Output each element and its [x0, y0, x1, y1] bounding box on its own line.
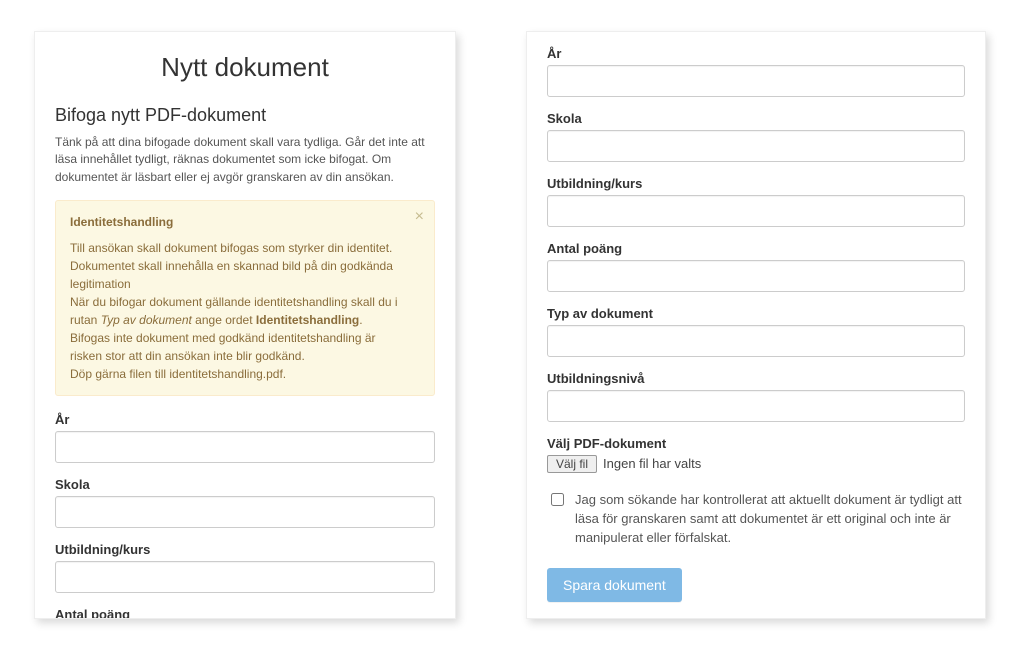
label-pick-pdf: Välj PDF-dokument — [547, 436, 965, 451]
close-icon[interactable]: × — [415, 209, 424, 225]
label-points: Antal poäng — [55, 607, 435, 619]
input-school[interactable] — [55, 496, 435, 528]
label-level-r: Utbildningsnivå — [547, 371, 965, 386]
input-course[interactable] — [55, 561, 435, 593]
input-course-r[interactable] — [547, 195, 965, 227]
input-points-r[interactable] — [547, 260, 965, 292]
confirm-text: Jag som sökande har kontrollerat att akt… — [575, 491, 965, 548]
label-doctype-r: Typ av dokument — [547, 306, 965, 321]
label-year: År — [55, 412, 435, 427]
label-school: Skola — [55, 477, 435, 492]
label-year-r: År — [547, 46, 965, 61]
label-points-r: Antal poäng — [547, 241, 965, 256]
section-heading: Bifoga nytt PDF-dokument — [55, 105, 435, 126]
alert-p2b: ange ordet — [192, 313, 256, 327]
input-year-r[interactable] — [547, 65, 965, 97]
alert-paragraph-1: Till ansökan skall dokument bifogas som … — [70, 239, 404, 293]
identity-alert: × Identitetshandling Till ansökan skall … — [55, 200, 435, 396]
alert-paragraph-3: Döp gärna filen till identitetshandling.… — [70, 365, 404, 383]
input-year[interactable] — [55, 431, 435, 463]
label-course-r: Utbildning/kurs — [547, 176, 965, 191]
file-choose-button[interactable]: Välj fil — [547, 455, 597, 473]
modal-panel-left: Nytt dokument Bifoga nytt PDF-dokument T… — [34, 31, 456, 619]
input-school-r[interactable] — [547, 130, 965, 162]
modal-panel-right: År Skola Utbildning/kurs Antal poäng Typ… — [526, 31, 986, 619]
save-button[interactable]: Spara dokument — [547, 568, 682, 602]
alert-identity-strong: Identitetshandling — [256, 313, 359, 327]
confirm-checkbox[interactable] — [551, 493, 564, 506]
input-level-r[interactable] — [547, 390, 965, 422]
modal-title: Nytt dokument — [55, 52, 435, 83]
intro-text: Tänk på att dina bifogade dokument skall… — [55, 134, 435, 186]
label-school-r: Skola — [547, 111, 965, 126]
label-course: Utbildning/kurs — [55, 542, 435, 557]
alert-paragraph-2: När du bifogar dokument gällande identit… — [70, 293, 404, 365]
alert-title: Identitetshandling — [70, 213, 404, 231]
alert-doctype-em: Typ av dokument — [101, 313, 192, 327]
input-doctype-r[interactable] — [547, 325, 965, 357]
file-status-text: Ingen fil har valts — [603, 456, 701, 471]
file-picker-row: Välj fil Ingen fil har valts — [547, 455, 965, 473]
